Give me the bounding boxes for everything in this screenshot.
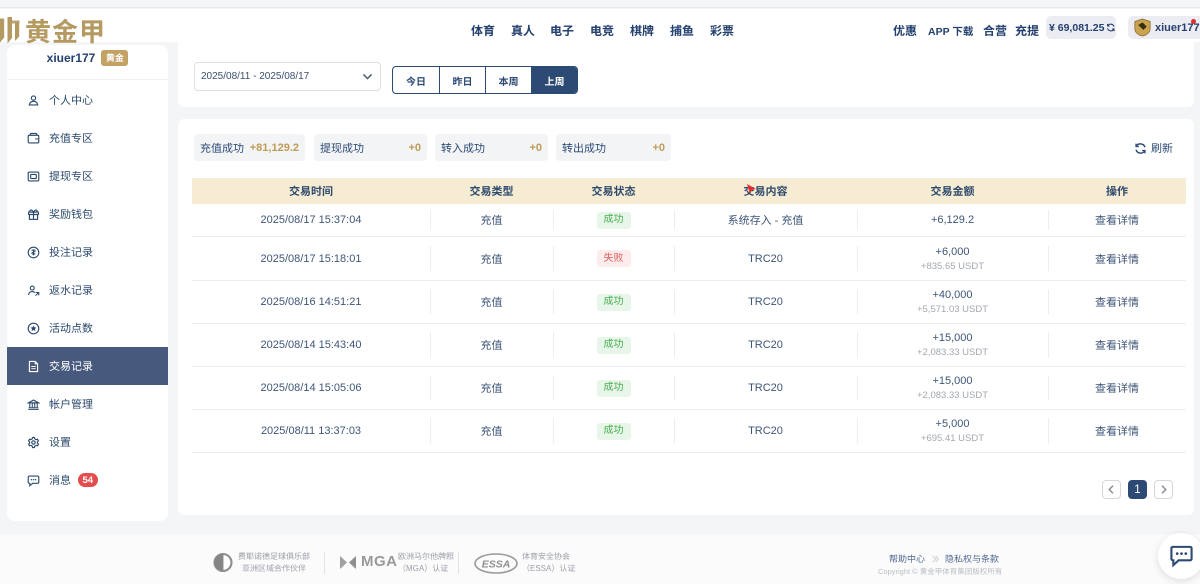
svg-text:ESSA: ESSA (482, 559, 511, 571)
